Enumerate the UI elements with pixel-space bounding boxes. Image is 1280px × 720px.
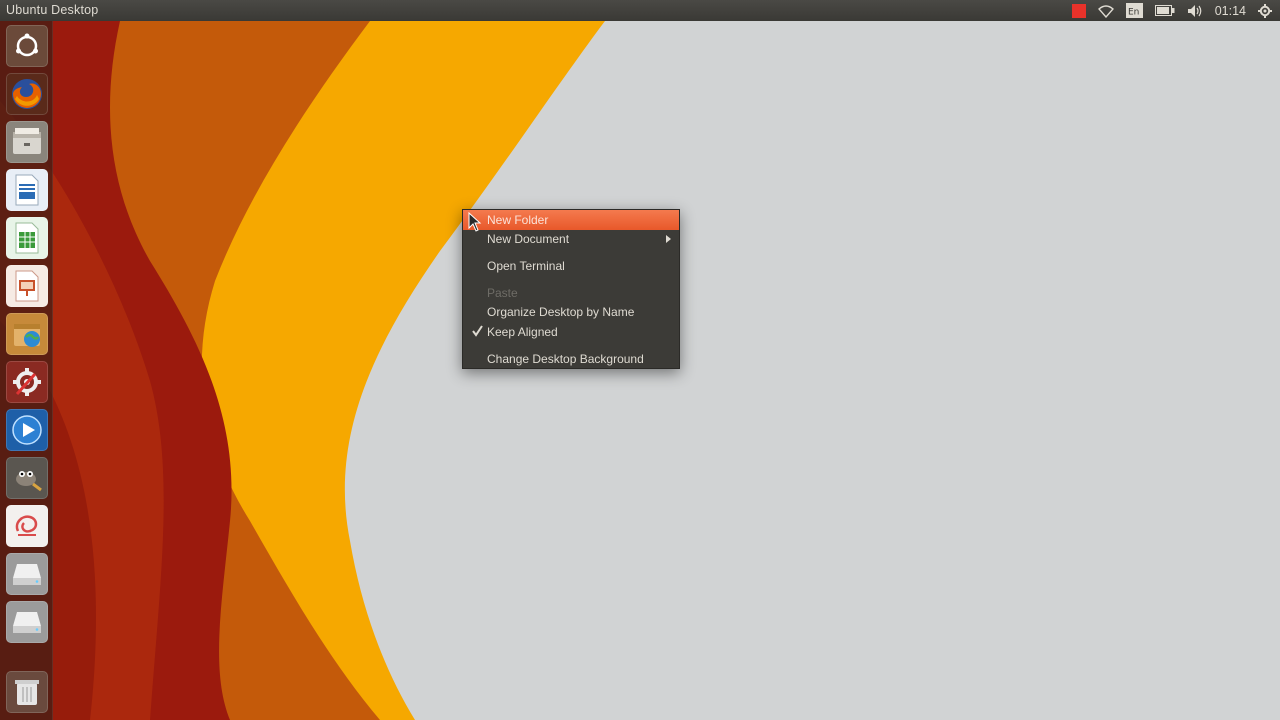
submenu-arrow-icon bbox=[666, 235, 671, 243]
keyboard-layout-label: En bbox=[1128, 8, 1139, 18]
menu-item-change-background[interactable]: Change Desktop Background bbox=[463, 349, 679, 369]
keyboard-layout-icon[interactable]: En bbox=[1125, 0, 1143, 21]
drive-icon-2[interactable] bbox=[6, 601, 48, 643]
firefox-icon[interactable] bbox=[6, 73, 48, 115]
volume-icon[interactable] bbox=[1187, 0, 1203, 21]
menu-item-open-terminal[interactable]: Open Terminal bbox=[463, 256, 679, 276]
dash-icon[interactable] bbox=[6, 25, 48, 67]
files-icon[interactable] bbox=[6, 121, 48, 163]
desktop-context-menu: New Folder New Document Open Terminal Pa… bbox=[462, 209, 680, 369]
calc-icon[interactable] bbox=[6, 217, 48, 259]
menu-item-label: Change Desktop Background bbox=[487, 352, 644, 366]
clock[interactable]: 01:14 bbox=[1215, 4, 1246, 18]
record-icon[interactable] bbox=[1071, 0, 1086, 21]
active-window-title: Ubuntu Desktop bbox=[6, 3, 99, 17]
indicator-area: En 01:14 bbox=[1071, 0, 1272, 21]
menu-item-label: Organize Desktop by Name bbox=[487, 305, 635, 319]
gear-icon[interactable] bbox=[1258, 0, 1272, 21]
menu-item-new-folder[interactable]: New Folder bbox=[463, 210, 679, 230]
menu-item-label: Keep Aligned bbox=[487, 325, 558, 339]
system-settings-icon[interactable] bbox=[6, 361, 48, 403]
menu-item-label: Paste bbox=[487, 286, 518, 300]
menu-item-paste: Paste bbox=[463, 283, 679, 303]
menu-item-new-document[interactable]: New Document bbox=[463, 229, 679, 249]
desktop-wallpaper[interactable] bbox=[0, 21, 1280, 720]
app-icon[interactable] bbox=[6, 505, 48, 547]
battery-icon[interactable] bbox=[1154, 0, 1175, 21]
trash-icon[interactable] bbox=[6, 671, 48, 713]
mouse-cursor-icon bbox=[468, 212, 482, 232]
menu-item-organize-desktop[interactable]: Organize Desktop by Name bbox=[463, 302, 679, 322]
menu-item-label: New Folder bbox=[487, 213, 549, 227]
software-center-icon[interactable] bbox=[6, 313, 48, 355]
impress-icon[interactable] bbox=[6, 265, 48, 307]
gimp-icon[interactable] bbox=[6, 457, 48, 499]
launcher bbox=[0, 21, 53, 720]
writer-icon[interactable] bbox=[6, 169, 48, 211]
checkmark-icon bbox=[472, 325, 483, 337]
menu-item-keep-aligned[interactable]: Keep Aligned bbox=[463, 322, 679, 342]
top-panel: Ubuntu Desktop En 01:14 bbox=[0, 0, 1280, 21]
media-player-icon[interactable] bbox=[6, 409, 48, 451]
menu-item-label: Open Terminal bbox=[487, 259, 565, 273]
wifi-icon[interactable] bbox=[1097, 0, 1114, 21]
menu-item-label: New Document bbox=[487, 232, 570, 246]
drive-icon-1[interactable] bbox=[6, 553, 48, 595]
